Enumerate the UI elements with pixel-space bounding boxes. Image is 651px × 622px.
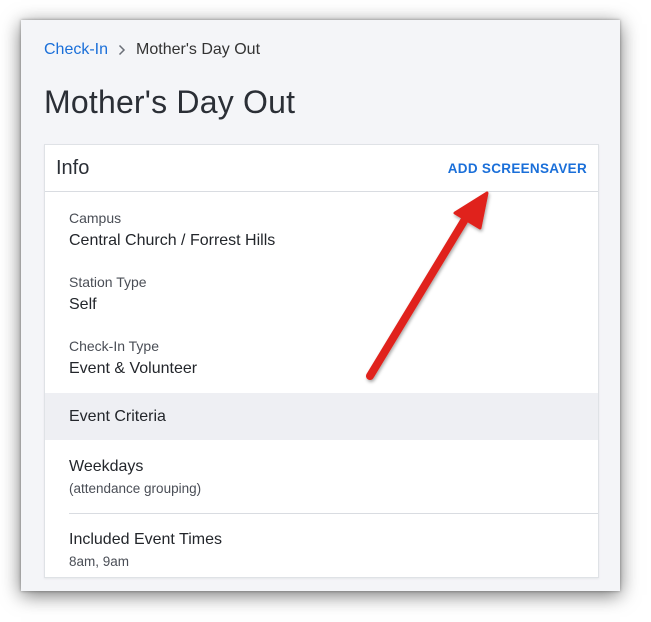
- breadcrumb-check-in-link[interactable]: Check-In: [44, 41, 108, 59]
- info-card-header: Info ADD SCREENSAVER: [45, 145, 598, 192]
- campus-label: Campus: [69, 210, 122, 226]
- included-event-times-item[interactable]: Included Event Times 8am, 9am: [69, 531, 598, 569]
- breadcrumb-current: Mother's Day Out: [136, 41, 261, 58]
- page-title: Mother's Day Out: [44, 84, 296, 120]
- item-divider: [69, 513, 598, 514]
- weekdays-item[interactable]: Weekdays (attendance grouping): [69, 458, 598, 496]
- weekdays-title: Weekdays: [69, 458, 144, 475]
- campus-value: Central Church / Forrest Hills: [69, 232, 276, 249]
- check-in-type-label: Check-In Type: [69, 338, 160, 354]
- campus-field: Campus Central Church / Forrest Hills: [69, 210, 275, 250]
- included-event-times-title: Included Event Times: [69, 531, 222, 548]
- chevron-right-icon: [118, 44, 126, 56]
- station-type-label: Station Type: [69, 274, 147, 290]
- check-in-type-field: Check-In Type Event & Volunteer: [69, 338, 197, 378]
- breadcrumb: Check-In Mother's Day Out: [44, 41, 260, 59]
- weekdays-subtitle: (attendance grouping): [69, 481, 202, 496]
- included-event-times-value: 8am, 9am: [69, 554, 130, 569]
- station-type-field: Station Type Self: [69, 274, 147, 314]
- event-criteria-section: Event Criteria: [45, 393, 598, 440]
- info-card-title: Info: [56, 156, 90, 179]
- info-card: Info ADD SCREENSAVER Campus Central Chur…: [44, 144, 599, 578]
- check-in-type-value: Event & Volunteer: [69, 360, 198, 377]
- station-type-value: Self: [69, 296, 97, 313]
- app-window: Check-In Mother's Day Out Mother's Day O…: [21, 20, 620, 591]
- add-screensaver-button[interactable]: ADD SCREENSAVER: [448, 161, 587, 176]
